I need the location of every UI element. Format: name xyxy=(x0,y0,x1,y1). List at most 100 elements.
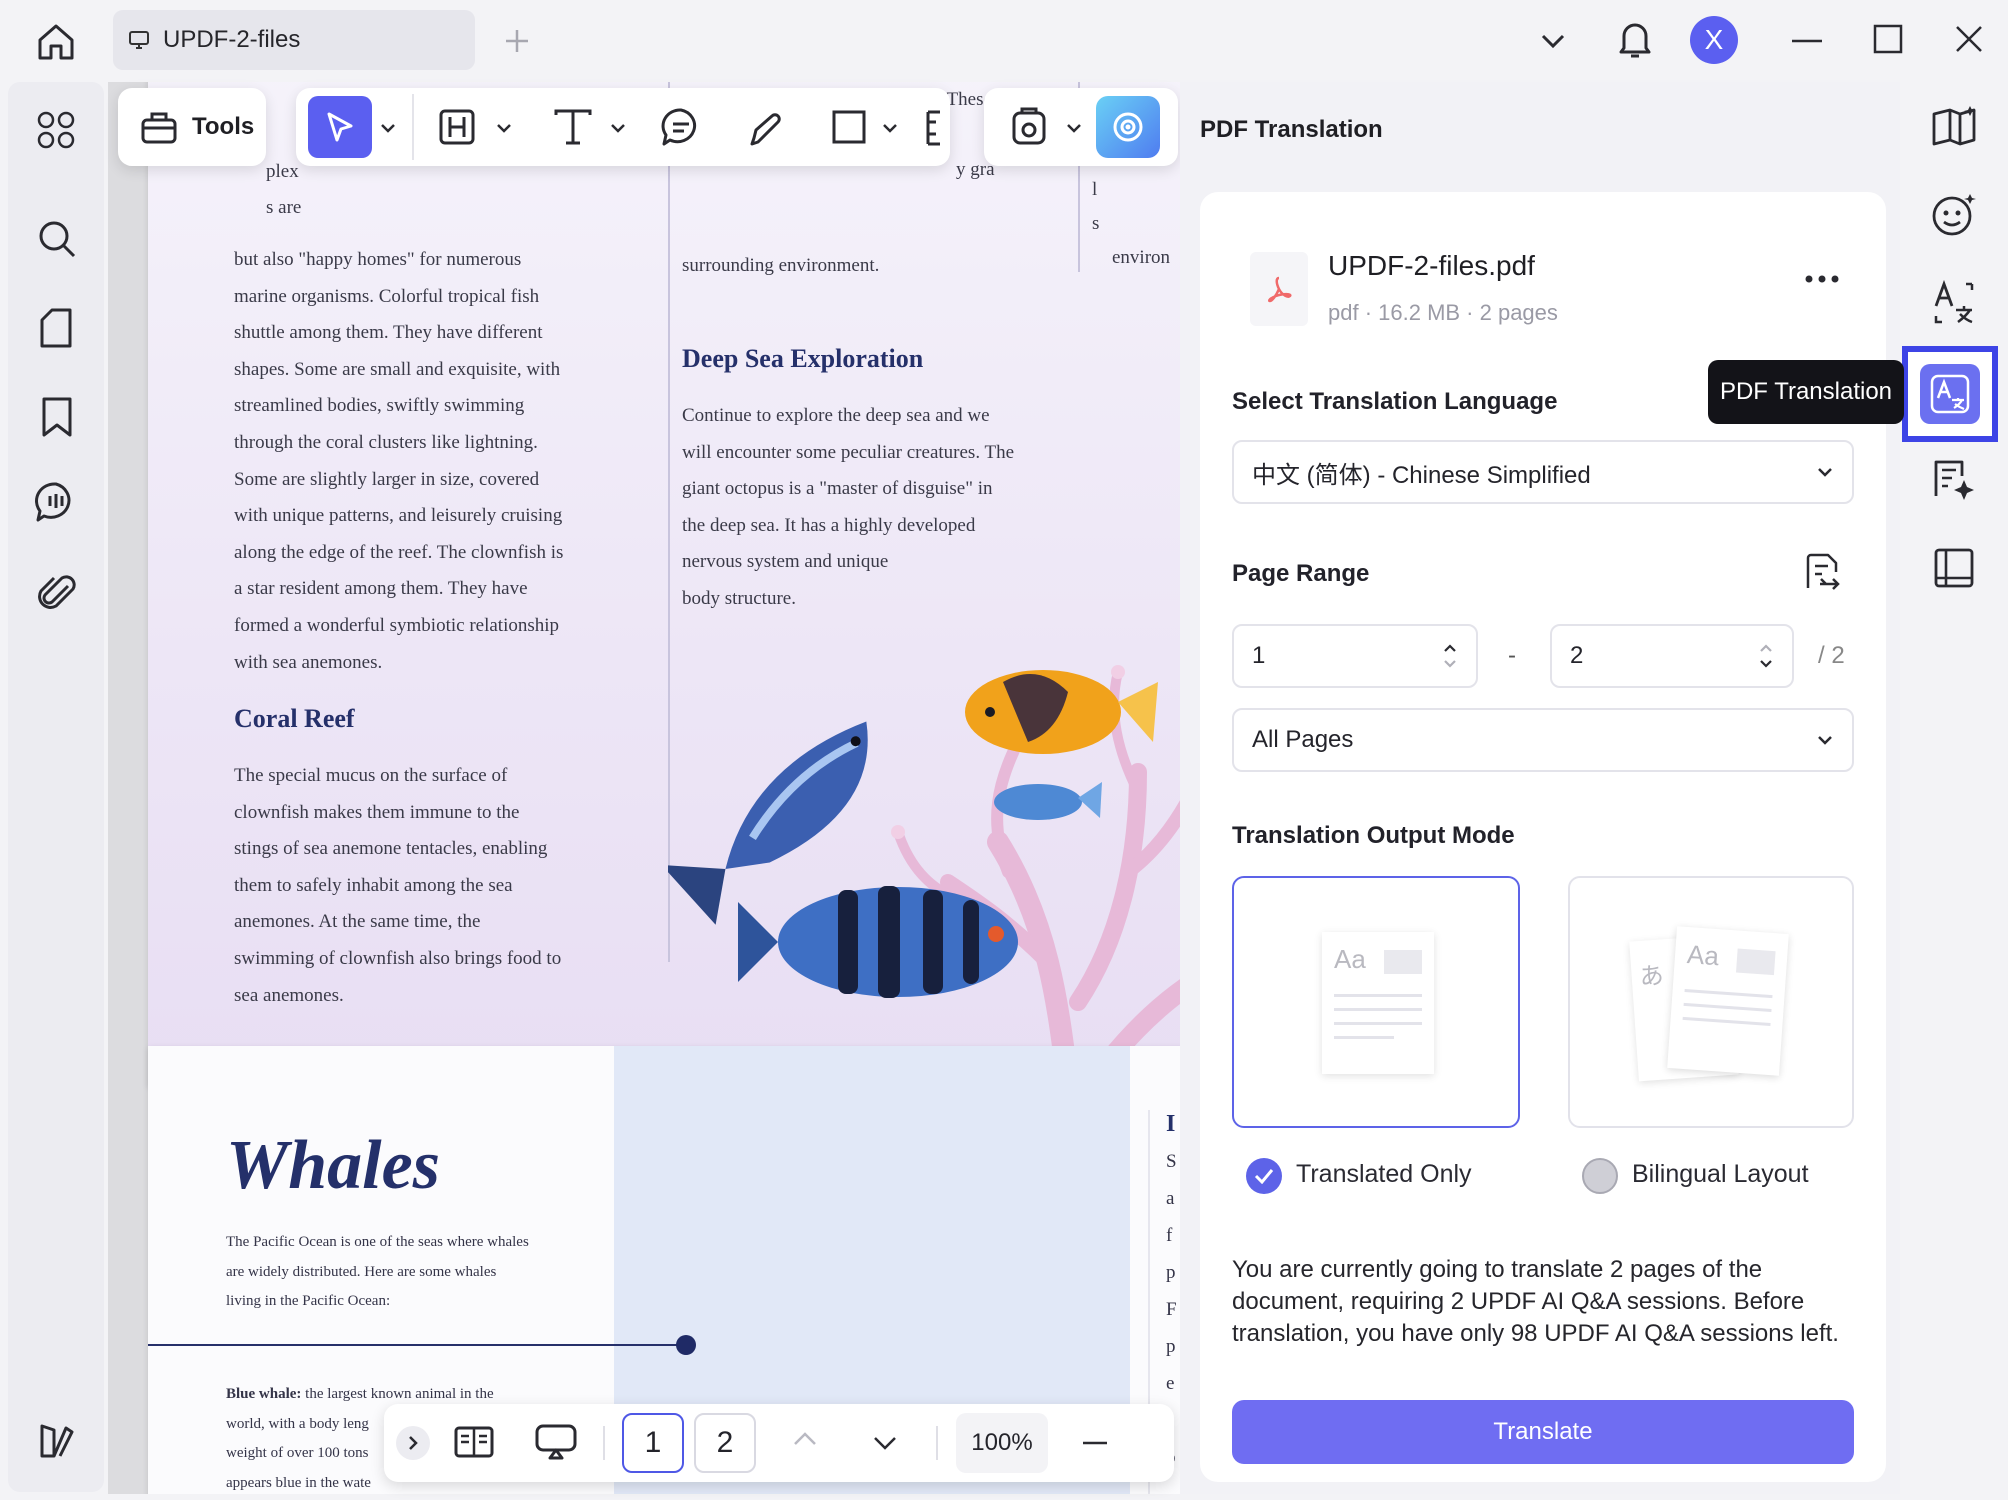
reader-icon[interactable] xyxy=(1932,546,1976,590)
mode-bilingual-label[interactable]: Bilingual Layout xyxy=(1632,1160,1809,1189)
paragraph-reef-inhabitants: but also "happy homes" for numerous mari… xyxy=(234,242,654,681)
layers-icon[interactable] xyxy=(38,1420,76,1460)
spinner-down-icon[interactable] xyxy=(1442,659,1458,669)
annotation-toolbar xyxy=(296,88,950,166)
text-line: Some are slightly larger in size, covere… xyxy=(234,468,540,490)
range-from-value: 1 xyxy=(1252,642,1266,669)
ai-doc-icon[interactable] xyxy=(1930,456,1978,502)
swap-icon[interactable] xyxy=(1802,552,1842,594)
comment-bubble-icon[interactable] xyxy=(656,102,706,152)
text-line: stings of sea anemone tentacles, enablin… xyxy=(234,838,548,860)
title-bar: UPDF-2-files X xyxy=(0,0,2008,82)
text-line: but also "happy homes" for numerous xyxy=(234,249,522,270)
book-icon[interactable] xyxy=(1930,104,1978,148)
text-line: through the coral clusters like lightnin… xyxy=(234,431,538,453)
chevron-down-icon[interactable] xyxy=(378,118,398,138)
comment-icon[interactable] xyxy=(34,480,78,524)
range-to-input[interactable]: 2 xyxy=(1550,624,1794,688)
text-fragment: I xyxy=(1166,1111,1176,1137)
rectangle-icon[interactable] xyxy=(824,102,874,152)
ai-assistant-icon[interactable] xyxy=(1096,96,1160,158)
thumb-line xyxy=(1682,1016,1771,1027)
divider xyxy=(936,1426,938,1460)
tab-title: UPDF-2-files xyxy=(163,26,301,53)
page-button-1[interactable]: 1 xyxy=(622,1413,684,1473)
radio-off-icon[interactable] xyxy=(1582,1158,1618,1194)
chevron-down-icon xyxy=(1816,734,1834,746)
file-name: UPDF-2-files.pdf xyxy=(1328,250,1535,281)
zoom-out-icon[interactable] xyxy=(1082,1440,1108,1446)
spinner-down-icon[interactable] xyxy=(1758,659,1774,669)
paragraph-coral-reef: The special mucus on the surface of clow… xyxy=(234,758,654,1014)
page-icon[interactable] xyxy=(38,308,74,348)
bell-icon[interactable] xyxy=(1618,18,1652,60)
document-tab[interactable]: UPDF-2-files xyxy=(113,10,475,70)
stamp-icon[interactable] xyxy=(1004,102,1054,152)
pen-icon[interactable] xyxy=(740,102,790,152)
maximize-icon[interactable] xyxy=(1873,24,1903,54)
range-to-value: 2 xyxy=(1570,642,1584,669)
translate-button[interactable]: Translate xyxy=(1232,1400,1854,1464)
avatar[interactable]: X xyxy=(1690,16,1738,64)
chevron-down-icon[interactable] xyxy=(1064,118,1084,138)
chat-ai-icon[interactable] xyxy=(1930,192,1978,238)
prev-page-icon[interactable] xyxy=(792,1430,818,1448)
bookmark-icon[interactable] xyxy=(40,396,74,438)
expand-icon[interactable] xyxy=(396,1426,430,1460)
highlight-icon[interactable] xyxy=(432,102,482,152)
text-fragment: environ xyxy=(1112,247,1171,268)
text-line: with sea anemones. xyxy=(234,651,383,673)
present-icon[interactable] xyxy=(534,1422,578,1462)
chevron-down-icon[interactable] xyxy=(608,118,628,138)
home-icon[interactable] xyxy=(34,20,78,62)
page-button-2[interactable]: 2 xyxy=(694,1413,756,1473)
ocr-icon[interactable] xyxy=(1932,280,1976,326)
thumb-line xyxy=(1334,1008,1422,1011)
pages-select[interactable]: All Pages xyxy=(1232,708,1854,772)
next-page-icon[interactable] xyxy=(872,1434,898,1452)
mode-card-translated-only[interactable]: Aa xyxy=(1232,876,1520,1128)
text-span: the largest known animal in the xyxy=(301,1386,494,1402)
mode-card-bilingual[interactable]: あ Aa xyxy=(1568,876,1854,1128)
mode-translated-label[interactable]: Translated Only xyxy=(1296,1160,1472,1189)
search-icon[interactable] xyxy=(36,218,78,260)
text-line: The Pacific Ocean is one of the seas whe… xyxy=(226,1234,529,1250)
chevron-down-icon[interactable] xyxy=(1538,28,1568,52)
check-icon[interactable] xyxy=(1246,1158,1282,1194)
tools-icon xyxy=(140,108,178,146)
thumbnails-icon[interactable] xyxy=(36,110,76,150)
close-icon[interactable] xyxy=(1954,24,1984,54)
spinner-up-icon[interactable] xyxy=(1758,643,1774,653)
translation-note: You are currently going to translate 2 p… xyxy=(1232,1256,1839,1347)
translate-rail-button[interactable] xyxy=(1902,346,1998,442)
heading-coral-reef: Coral Reef xyxy=(234,704,355,733)
text-fragment: l xyxy=(1092,179,1098,200)
zoom-level[interactable]: 100% xyxy=(956,1413,1048,1473)
text-icon[interactable] xyxy=(548,102,598,152)
thumb-image xyxy=(1736,948,1776,976)
minimize-icon[interactable] xyxy=(1792,38,1822,44)
spinner[interactable] xyxy=(1442,643,1458,669)
select-arrow-icon[interactable] xyxy=(308,96,372,158)
text-line: with unique patterns, and leisurely crui… xyxy=(234,505,563,527)
plus-icon[interactable] xyxy=(502,26,532,56)
chevron-down-icon[interactable] xyxy=(494,118,514,138)
chevron-down-icon[interactable] xyxy=(880,118,900,138)
attachment-icon[interactable] xyxy=(38,572,76,614)
text-fragment: S xyxy=(1166,1151,1177,1172)
text-fragment: plex xyxy=(266,161,299,182)
reading-mode-icon[interactable] xyxy=(454,1424,494,1460)
pdf-page-1: plex s are but also "happy homes" for nu… xyxy=(148,82,1180,1086)
more-icon[interactable] xyxy=(1804,274,1840,284)
language-select[interactable]: 中文 (简体) - Chinese Simplified xyxy=(1232,440,1854,504)
panel-title: PDF Translation xyxy=(1200,116,1383,143)
range-from-input[interactable]: 1 xyxy=(1232,624,1478,688)
text-line: anemones. At the same time, the xyxy=(234,911,481,933)
text-fragment: p xyxy=(1166,1262,1176,1283)
monitor-icon xyxy=(127,28,151,52)
signature-icon[interactable] xyxy=(924,108,944,148)
tools-button[interactable]: Tools xyxy=(118,88,266,166)
spinner-up-icon[interactable] xyxy=(1442,643,1458,653)
spinner[interactable] xyxy=(1758,643,1774,669)
document-viewer[interactable]: plex s are but also "happy homes" for nu… xyxy=(108,82,1180,1494)
